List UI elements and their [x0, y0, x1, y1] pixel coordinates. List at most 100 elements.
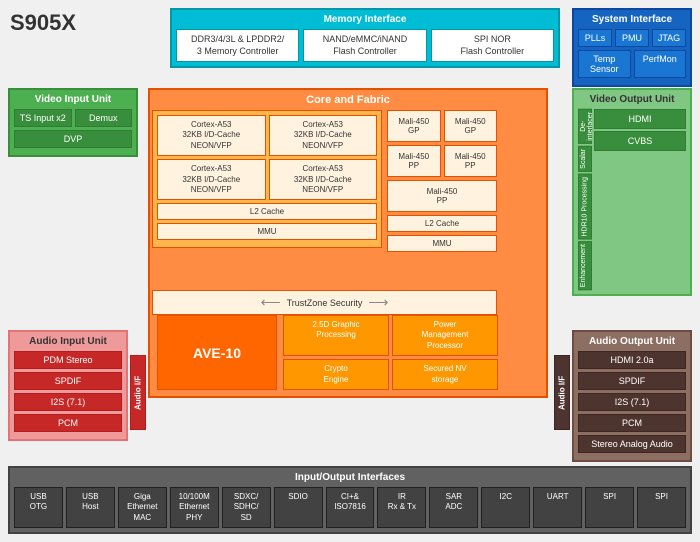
i2c-cell: I2C	[481, 487, 530, 528]
power-management-cell: PowerManagementProcessor	[392, 315, 498, 356]
uart-cell: UART	[533, 487, 582, 528]
io-row: USBOTG USBHost GigaEthernetMAC 10/100MEt…	[14, 487, 686, 528]
audio-if-input-strip: Audio I/F	[130, 355, 146, 430]
system-interface-row2: TempSensor PerfMon	[578, 50, 686, 78]
video-input-title: Video Input Unit	[14, 94, 132, 105]
audio-output-block: Audio Output Unit HDMI 2.0a SPDIF I2S (7…	[572, 330, 692, 462]
i2s-input-cell: I2S (7.1)	[14, 393, 122, 411]
cpu-row2: Cortex-A5332KB I/D-CacheNEON/VFP Cortex-…	[157, 159, 377, 200]
pcm-output-cell: PCM	[578, 414, 686, 432]
hdmi-output: HDMI	[594, 109, 686, 129]
ts-input-cell: TS Input x2	[14, 109, 72, 127]
spdif-row: SPDIF	[14, 372, 122, 390]
scalar-label: Scalar	[578, 146, 592, 172]
secured-nv-cell: Secured NVstorage	[392, 359, 498, 390]
memory-interface-block: Memory Interface DDR3/4/3L & LPDDR2/3 Me…	[170, 8, 560, 68]
hdr10-label: HDR10 Processing	[578, 174, 592, 240]
i2s-out-row: I2S (7.1)	[578, 393, 686, 411]
memory-cell-2: SPI NORFlash Controller	[431, 29, 554, 62]
ir-cell: IRRx & Tx	[377, 487, 426, 528]
perfmon-cell: PerfMon	[634, 50, 687, 78]
mali-gp-1: Mali-450GP	[444, 110, 498, 142]
graphic-processing-cell: 2.5D GraphicProcessing	[283, 315, 389, 356]
pcm-input-cell: PCM	[14, 414, 122, 432]
i2s-output-cell: I2S (7.1)	[578, 393, 686, 411]
sar-adc-cell: SARADC	[429, 487, 478, 528]
usb-otg-cell: USBOTG	[14, 487, 63, 528]
trustzone-arrow-left: ⟵	[261, 294, 281, 311]
vo-outputs: HDMI CVBS	[594, 109, 686, 290]
vo-side-labels: De-interlacer Scalar HDR10 Processing En…	[578, 109, 592, 290]
de-interlacer-label: De-interlacer	[578, 109, 592, 144]
temp-sensor-cell: TempSensor	[578, 50, 631, 78]
dvp-cell: DVP	[14, 130, 132, 148]
trustzone-label: TrustZone Security	[287, 298, 363, 308]
cpu-row1: Cortex-A5332KB I/D-CacheNEON/VFP Cortex-…	[157, 115, 377, 156]
sdio-cell: SDIO	[274, 487, 323, 528]
demux-cell: Demux	[75, 109, 133, 127]
right-bottom-row: CryptoEngine Secured NVstorage	[283, 359, 498, 390]
system-interface-row1: PLLs PMU JTAG	[578, 29, 686, 47]
mali-gp-row: Mali-450GP Mali-450GP	[387, 110, 497, 142]
system-interface-title: System Interface	[578, 14, 686, 25]
video-output-block: Video Output Unit De-interlacer Scalar H…	[572, 88, 692, 296]
video-input-row1: TS Input x2 Demux	[14, 109, 132, 127]
video-input-row2: DVP	[14, 130, 132, 148]
audio-input-block: Audio Input Unit PDM Stereo SPDIF I2S (7…	[8, 330, 128, 441]
pcm-out-row: PCM	[578, 414, 686, 432]
memory-cell-1: NAND/eMMC/iNANDFlash Controller	[303, 29, 426, 62]
video-output-title: Video Output Unit	[578, 94, 686, 105]
audio-output-title: Audio Output Unit	[578, 336, 686, 347]
memory-cell-0: DDR3/4/3L & LPDDR2/3 Memory Controller	[176, 29, 299, 62]
mmu-cell: MMU	[157, 223, 377, 240]
usb-host-cell: USBHost	[66, 487, 115, 528]
stereo-analog-row: Stereo Analog Audio	[578, 435, 686, 453]
mali-pp-extra-row: Mali-450PP	[387, 180, 497, 212]
io-interfaces-title: Input/Output Interfaces	[14, 472, 686, 483]
trustzone-arrow-right: ⟶	[368, 294, 388, 311]
mali-l2-cache: L2 Cache	[387, 215, 497, 232]
hdmi20a-row: HDMI 2.0a	[578, 351, 686, 369]
giga-ethernet-cell: GigaEthernetMAC	[118, 487, 167, 528]
spdif-output-cell: SPDIF	[578, 372, 686, 390]
mali-pp-0: Mali-450PP	[387, 145, 441, 177]
enhancement-label: Enhancement	[578, 241, 592, 290]
mali-pp-extra: Mali-450PP	[387, 180, 497, 212]
right-blocks: 2.5D GraphicProcessing PowerManagementPr…	[283, 315, 498, 390]
audio-input-title: Audio Input Unit	[14, 336, 122, 347]
sdxc-cell: SDXC/SDHC/SD	[222, 487, 271, 528]
cpu-cell-3: Cortex-A5332KB I/D-CacheNEON/VFP	[269, 159, 378, 200]
pll-cell: PLLs	[578, 29, 612, 47]
stereo-analog-cell: Stereo Analog Audio	[578, 435, 686, 453]
trustzone-block: ⟵ TrustZone Security ⟶	[152, 290, 497, 315]
spi-cell-0: SPI	[585, 487, 634, 528]
core-fabric-title: Core and Fabric	[154, 94, 542, 106]
pdm-stereo-cell: PDM Stereo	[14, 351, 122, 369]
chip-diagram: S905X Memory Interface DDR3/4/3L & LPDDR…	[0, 0, 700, 542]
ave-block: AVE-10	[157, 315, 277, 390]
mali-cluster: Mali-450GP Mali-450GP Mali-450PP Mali-45…	[387, 110, 497, 255]
mali-pp-top-row: Mali-450PP Mali-450PP	[387, 145, 497, 177]
ci-iso-cell: CI+&ISO7816	[326, 487, 375, 528]
chip-title: S905X	[10, 10, 76, 36]
right-top-row: 2.5D GraphicProcessing PowerManagementPr…	[283, 315, 498, 356]
memory-interface-row: DDR3/4/3L & LPDDR2/3 Memory Controller N…	[176, 29, 554, 62]
i2s-row: I2S (7.1)	[14, 393, 122, 411]
spdif-out-row: SPDIF	[578, 372, 686, 390]
mali-mmu: MMU	[387, 235, 497, 252]
memory-interface-title: Memory Interface	[176, 14, 554, 25]
cpu-cell-0: Cortex-A5332KB I/D-CacheNEON/VFP	[157, 115, 266, 156]
pdm-row: PDM Stereo	[14, 351, 122, 369]
crypto-engine-cell: CryptoEngine	[283, 359, 389, 390]
l2-cache-cell: L2 Cache	[157, 203, 377, 220]
spdif-input-cell: SPDIF	[14, 372, 122, 390]
system-interface-block: System Interface PLLs PMU JTAG TempSenso…	[572, 8, 692, 87]
io-interfaces-block: Input/Output Interfaces USBOTG USBHost G…	[8, 466, 692, 534]
fast-ethernet-cell: 10/100MEthernetPHY	[170, 487, 219, 528]
cvbs-output: CVBS	[594, 131, 686, 151]
cpu-cell-2: Cortex-A5332KB I/D-CacheNEON/VFP	[157, 159, 266, 200]
audio-if-output-strip: Audio I/F	[554, 355, 570, 430]
jtag-cell: JTAG	[652, 29, 686, 47]
mali-gp-0: Mali-450GP	[387, 110, 441, 142]
pcm-row: PCM	[14, 414, 122, 432]
